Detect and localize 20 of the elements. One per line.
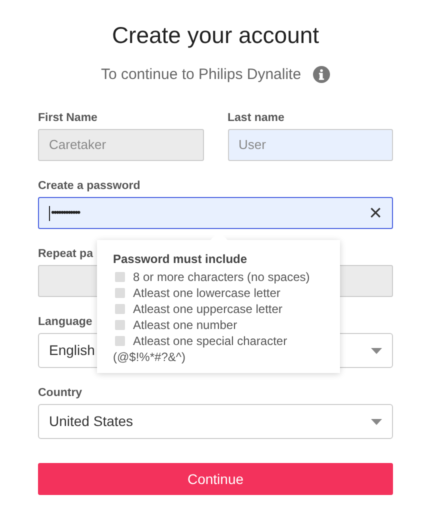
field-label: Repeat pa bbox=[38, 247, 93, 262]
field-label: Last name bbox=[228, 111, 284, 126]
select-field[interactable]: United States bbox=[38, 404, 393, 440]
continue-button[interactable]: Continue bbox=[38, 463, 393, 496]
rule-text: Atleast one special character bbox=[133, 333, 288, 349]
rule-text: (@$!%*#?&^) bbox=[113, 349, 187, 365]
field-label: Country bbox=[38, 386, 82, 400]
password-value: •••••••••••• bbox=[51, 206, 80, 221]
subtitle: To continue to Philips Dynalite bbox=[100, 64, 302, 85]
field-label: Language bbox=[38, 315, 92, 330]
page-title: Create your account bbox=[110, 22, 320, 50]
rule-text: Atleast one number bbox=[133, 317, 238, 333]
rule-text: Atleast one uppercase letter bbox=[133, 301, 282, 317]
clear-icon[interactable]: × bbox=[369, 202, 382, 224]
field-label: First Name bbox=[38, 111, 98, 126]
password-field[interactable]: •••••••••••• × bbox=[38, 197, 393, 230]
rule-text: Atleast one lowercase letter bbox=[133, 285, 280, 301]
field-label: Create a password bbox=[38, 179, 140, 194]
popup-title: Password must include bbox=[113, 251, 248, 268]
rule-text: 8 or more characters (no spaces) bbox=[133, 269, 310, 285]
